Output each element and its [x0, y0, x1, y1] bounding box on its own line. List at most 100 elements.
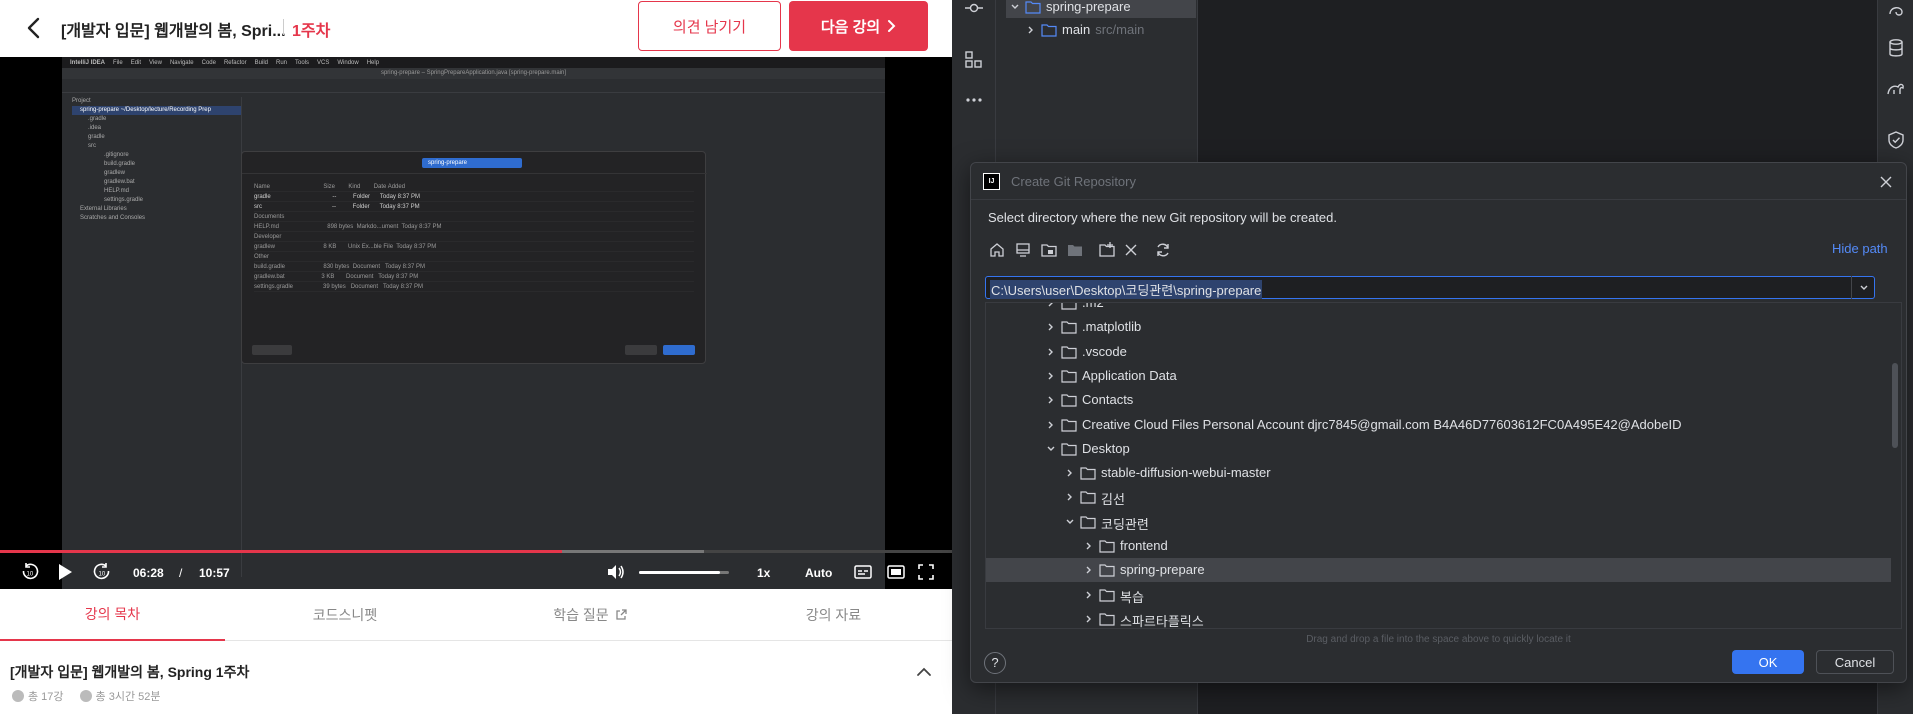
tab-materials[interactable]: 강의 자료	[715, 589, 952, 641]
commit-icon[interactable]	[964, 0, 984, 20]
path-input[interactable]: C:\Users\user\Desktop\코딩관련\spring-prepar…	[985, 276, 1875, 299]
ai-assistant-icon[interactable]	[1886, 0, 1906, 20]
chevron-right-icon	[1028, 26, 1033, 34]
tree-row-label: frontend	[1120, 538, 1168, 553]
chevron-right-icon[interactable]	[1046, 347, 1056, 357]
subtitle-button[interactable]	[852, 561, 874, 583]
next-lecture-button[interactable]: 다음 강의	[789, 1, 928, 51]
tree-row[interactable]: 코딩관련	[986, 510, 1891, 534]
close-button[interactable]	[1879, 175, 1893, 189]
video-frame[interactable]: IntelliJ IDEA File Edit View Navigate Code Ref…	[62, 57, 885, 589]
volume-button[interactable]	[606, 561, 626, 583]
tab-code-snippet[interactable]: 코드스니펫	[225, 589, 465, 641]
chevron-right-icon[interactable]	[1065, 492, 1075, 502]
tree-row[interactable]: spring-prepare	[986, 558, 1891, 583]
collapse-button[interactable]	[914, 664, 934, 680]
chevron-up-icon	[917, 667, 931, 676]
tab-toc[interactable]: 강의 목차	[0, 589, 225, 641]
tree-row-label: spring-prepare	[1120, 562, 1205, 578]
fullscreen-button[interactable]	[915, 561, 937, 583]
video-project-item: Project	[72, 98, 91, 104]
tree-row[interactable]: 스파르타플릭스	[986, 607, 1891, 628]
play-button[interactable]	[55, 561, 75, 583]
project-root-row[interactable]: spring-prepare	[1006, 0, 1196, 18]
tree-row[interactable]: Application Data	[986, 364, 1891, 388]
chevron-right-icon[interactable]	[1084, 614, 1094, 624]
video-dialog-row: Documents	[254, 212, 694, 222]
playback-speed[interactable]: 1x	[757, 566, 770, 580]
volume-slider[interactable]	[639, 571, 729, 574]
ok-button[interactable]: OK	[1732, 650, 1804, 674]
project-main-row[interactable]: main src/main	[1026, 19, 1144, 41]
chevron-down-icon[interactable]	[1065, 517, 1075, 527]
chevron-right-icon[interactable]	[1046, 371, 1056, 381]
home-directory-button[interactable]	[988, 241, 1006, 259]
chevron-down-icon[interactable]	[1046, 444, 1056, 454]
tree-row[interactable]: stable-diffusion-webui-master	[986, 461, 1891, 485]
tree-row[interactable]: Desktop	[986, 437, 1891, 461]
rewind-10-button[interactable]: 10	[20, 561, 40, 583]
theater-mode-button[interactable]	[885, 561, 907, 583]
forward-10-button[interactable]: 10	[92, 561, 112, 583]
dialog-title: Create Git Repository	[1011, 174, 1136, 189]
feedback-button-label: 의견 남기기	[672, 18, 747, 36]
desktop-directory-button[interactable]	[1014, 241, 1032, 259]
security-shield-icon[interactable]	[1886, 130, 1906, 150]
chevron-right-icon[interactable]	[1046, 395, 1056, 405]
tree-row[interactable]: 복습	[986, 583, 1891, 607]
chevron-right-icon	[888, 20, 896, 32]
gradle-icon[interactable]	[1886, 78, 1906, 98]
delete-button[interactable]	[1122, 241, 1140, 259]
refresh-button[interactable]	[1154, 241, 1172, 259]
video-project-item: gradlew.bat	[104, 179, 135, 185]
help-button[interactable]: ?	[984, 652, 1006, 674]
video-dialog-row: build.gradle 830 bytes Document Today 8:…	[254, 262, 694, 272]
video-player[interactable]: IntelliJ IDEA File Edit View Navigate Code Ref…	[0, 57, 952, 589]
module-icon	[1068, 245, 1082, 256]
play-circle-icon	[12, 690, 24, 702]
new-folder-button[interactable]	[1098, 241, 1116, 259]
tree-row[interactable]: .matplotlib	[986, 315, 1891, 339]
hide-path-link[interactable]: Hide path	[1832, 241, 1888, 256]
video-new-folder-button	[252, 345, 292, 355]
video-project-item: settings.gradle	[104, 197, 144, 203]
video-project-item: gradlew	[104, 170, 126, 176]
tree-row[interactable]: frontend	[986, 534, 1891, 558]
tree-row-label: .matplotlib	[1082, 319, 1142, 335]
chevron-right-icon[interactable]	[1084, 565, 1094, 575]
chevron-right-icon[interactable]	[1046, 420, 1056, 430]
more-icon[interactable]	[964, 90, 984, 110]
video-file-dialog: spring-prepare Name Size Kind Date Added…	[241, 151, 707, 364]
chevron-right-icon[interactable]	[1084, 541, 1094, 551]
project-directory-button[interactable]	[1040, 241, 1058, 259]
tab-questions[interactable]: 학습 질문	[465, 589, 715, 641]
feedback-button[interactable]: 의견 남기기	[638, 1, 781, 51]
module-directory-button[interactable]	[1066, 241, 1084, 259]
tree-row[interactable]: Contacts	[986, 388, 1891, 412]
week-label: 1주차	[292, 23, 331, 40]
tree-row[interactable]: .m2	[986, 302, 1891, 315]
source-folder-icon	[1041, 24, 1057, 37]
video-project-item: .gitignore	[104, 152, 129, 158]
tree-row-label: 복습	[1120, 589, 1144, 605]
tree-row-label: Creative Cloud Files Personal Account dj…	[1082, 416, 1682, 432]
video-project-item: HELP.md	[104, 188, 129, 194]
quality-setting[interactable]: Auto	[805, 566, 832, 580]
tree-row-label: Contacts	[1082, 392, 1134, 408]
tree-row[interactable]: .vscode	[986, 340, 1891, 364]
tree-scrollbar[interactable]	[1892, 363, 1898, 448]
chevron-right-icon[interactable]	[1046, 302, 1056, 308]
next-lecture-label: 다음 강의	[820, 18, 881, 36]
path-history-dropdown[interactable]	[1851, 276, 1875, 299]
chevron-right-icon[interactable]	[1046, 322, 1056, 332]
directory-tree[interactable]: .m2 .matplotlib .vscode Application Data Con…	[985, 302, 1902, 629]
tree-row[interactable]: 김선	[986, 485, 1891, 509]
back-button[interactable]	[22, 14, 48, 42]
database-icon[interactable]	[1886, 38, 1906, 58]
tree-row[interactable]: Creative Cloud Files Personal Account dj…	[986, 413, 1891, 437]
progress-bar[interactable]	[0, 550, 952, 553]
chevron-right-icon[interactable]	[1084, 590, 1094, 600]
chevron-right-icon[interactable]	[1065, 468, 1075, 478]
structure-icon[interactable]	[964, 50, 984, 70]
cancel-button[interactable]: Cancel	[1816, 650, 1894, 674]
